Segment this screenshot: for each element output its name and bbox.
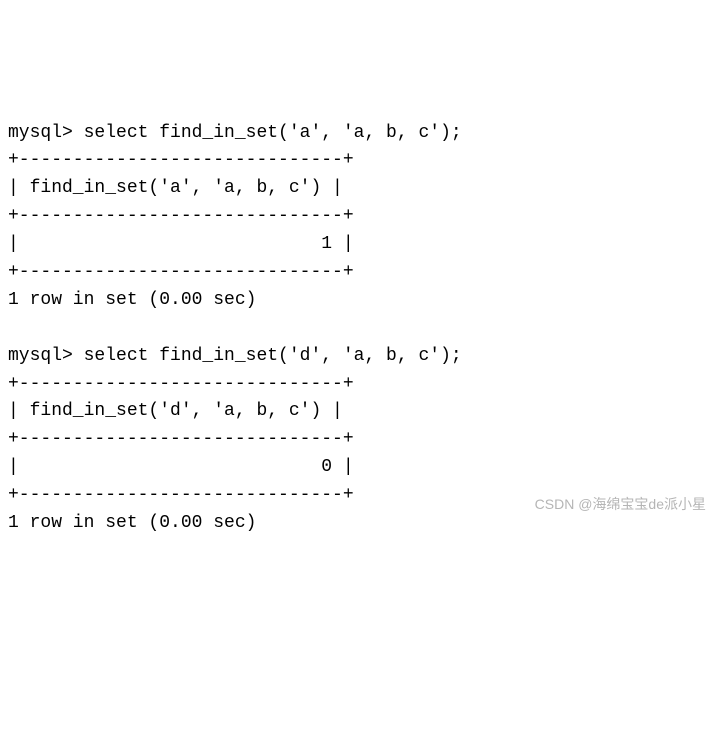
- query2-header: | find_in_set('d', 'a, b, c') |: [8, 401, 343, 421]
- query2-border-top: +------------------------------+: [8, 374, 354, 394]
- query1-footer: 1 row in set (0.00 sec): [8, 290, 256, 310]
- query2-command: mysql> select find_in_set('d', 'a, b, c'…: [8, 346, 462, 366]
- query1-border-mid: +------------------------------+: [8, 206, 354, 226]
- query2-border-bot: +------------------------------+: [8, 485, 354, 505]
- terminal-output: mysql> select find_in_set('a', 'a, b, c'…: [8, 120, 710, 538]
- query2-value: | 0 |: [8, 457, 354, 477]
- query1-value: | 1 |: [8, 234, 354, 254]
- query1-header: | find_in_set('a', 'a, b, c') |: [8, 178, 343, 198]
- query1-command: mysql> select find_in_set('a', 'a, b, c'…: [8, 123, 462, 143]
- watermark: CSDN @海绵宝宝de派小星: [535, 494, 706, 516]
- query1-border-top: +------------------------------+: [8, 150, 354, 170]
- query1-border-bot: +------------------------------+: [8, 262, 354, 282]
- query2-footer: 1 row in set (0.00 sec): [8, 513, 256, 533]
- query2-border-mid: +------------------------------+: [8, 429, 354, 449]
